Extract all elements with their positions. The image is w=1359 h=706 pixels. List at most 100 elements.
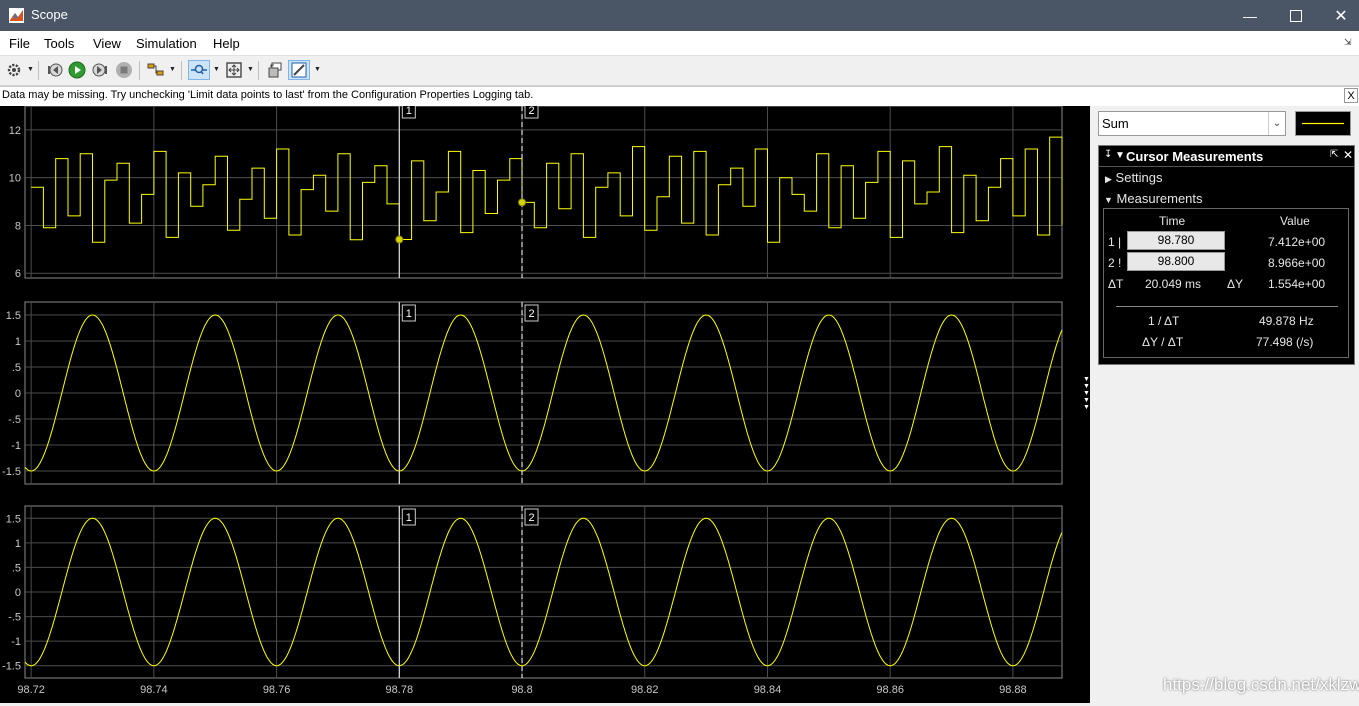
toolbar: ▼ ▼ ▼ ▼ ▼: [0, 56, 1359, 86]
title-bar: Scope — ✕: [0, 0, 1359, 31]
cursor1-time-field[interactable]: 98.780: [1127, 231, 1225, 250]
close-icon[interactable]: ✕: [1343, 148, 1353, 162]
y-tick-label: 1.5: [6, 310, 21, 322]
toolbar-separator: [38, 61, 39, 80]
highlight-dropdown-icon[interactable]: ▼: [169, 66, 176, 73]
cursor2-value: 8.966e+00: [1268, 256, 1326, 270]
measurements-dropdown-icon[interactable]: ▼: [314, 66, 321, 73]
y-tick-label: 0: [15, 587, 21, 599]
x-tick-label: 98.8: [511, 684, 532, 696]
collapse-panel-icon[interactable]: ▼ ▼ ▼ ▼ ▼: [1083, 376, 1091, 411]
y-tick-label: 6: [15, 268, 21, 280]
undock-icon[interactable]: ⇲: [1344, 37, 1352, 48]
window-title: Scope: [31, 7, 68, 22]
line-sample: [1302, 122, 1344, 125]
delta-y-value: 1.554e+00: [1268, 277, 1326, 291]
y-tick-label: 1: [15, 336, 21, 348]
signal-select[interactable]: Sum ⌄: [1098, 111, 1286, 136]
y-tick-label: -1: [11, 636, 21, 648]
gear-icon[interactable]: [4, 60, 24, 80]
minimize-icon: —: [1243, 7, 1257, 24]
toolbar-separator: [139, 61, 140, 80]
undock-icon[interactable]: ⇱: [1330, 149, 1338, 160]
menu-help[interactable]: Help: [213, 36, 240, 51]
step-forward-icon[interactable]: [90, 60, 110, 80]
toolbar-separator: [258, 61, 259, 80]
menu-tools[interactable]: Tools: [44, 36, 74, 51]
measurements-table: Time Value 1 | 98.780 7.412e+00 2 ! 98.8…: [1103, 208, 1349, 358]
run-icon[interactable]: [67, 60, 87, 80]
x-tick-label: 98.88: [999, 684, 1027, 696]
y-tick-label: 0: [15, 388, 21, 400]
measurements-icon[interactable]: [288, 60, 310, 80]
maximize-icon: [1290, 9, 1302, 22]
y-tick-label: -1: [11, 440, 21, 452]
y-tick-label: .5: [12, 362, 21, 374]
signal-select-value: Sum: [1102, 116, 1129, 131]
x-tick-label: 98.84: [754, 684, 782, 696]
pin-icon[interactable]: ↧: [1104, 149, 1112, 160]
cursor-2-label: 2: [528, 512, 534, 524]
cursor-2-label: 2: [528, 106, 534, 117]
stop-icon[interactable]: [114, 60, 134, 80]
zoom-dropdown-icon[interactable]: ▼: [213, 66, 220, 73]
gear-dropdown-icon[interactable]: ▼: [27, 66, 34, 73]
settings-toggle[interactable]: ▶ Settings: [1105, 170, 1163, 185]
collapse-section-icon[interactable]: ▼: [1115, 150, 1125, 161]
step-back-icon[interactable]: [45, 60, 65, 80]
restore-layout-icon[interactable]: [265, 60, 285, 80]
autoscale-dropdown-icon[interactable]: ▼: [247, 66, 254, 73]
scope-plots[interactable]: 1210861 21.51.50-.5-1-1.51 21.51.50-.5-1-1…: [0, 101, 1090, 703]
y-tick-label: -.5: [8, 414, 21, 426]
cursor-1-label: 1: [406, 106, 412, 117]
scope-display[interactable]: 12 10 8 6 1 2 1.5 1.5 0 -.5 -1 -1.5 1 2 1.5 1.5 0 -.5 -1 -1…: [0, 101, 1090, 703]
inverse-delta-t-value: 49.878 Hz: [1259, 314, 1314, 328]
delta-y-label: ΔY: [1227, 277, 1244, 291]
cursor-1-label: 1: [406, 308, 412, 320]
x-tick-label: 98.78: [386, 684, 414, 696]
x-tick-label: 98.74: [140, 684, 168, 696]
toolbar-separator: [181, 61, 182, 80]
matlab-logo-icon: [9, 8, 24, 23]
y-tick-label: -1.5: [2, 466, 21, 478]
cursor-measurements-title: Cursor Measurements: [1126, 149, 1264, 164]
cursor1-label: 1 |: [1108, 235, 1122, 249]
menu-simulation[interactable]: Simulation: [136, 36, 197, 51]
line-style-swatch[interactable]: [1295, 111, 1351, 136]
table-divider: [1116, 306, 1338, 307]
x-tick-label: 98.86: [876, 684, 904, 696]
close-icon: ✕: [1334, 7, 1348, 25]
slope-label: ΔY / ΔT: [1142, 335, 1184, 349]
warning-message: Data may be missing. Try unchecking 'Lim…: [2, 89, 534, 101]
y-tick-label: 1: [15, 538, 21, 550]
cursor2-time-field[interactable]: 98.800: [1127, 252, 1225, 271]
watermark: https://blog.csdn.net/xklzw: [1163, 675, 1359, 694]
menu-bar: File Tools View Simulation Help ⇲: [0, 31, 1359, 56]
measurements-label: Measurements: [1116, 191, 1203, 206]
highlight-icon[interactable]: [146, 60, 166, 80]
cursor2-label: 2 !: [1108, 256, 1122, 270]
delta-t-label: ΔT: [1108, 277, 1124, 291]
menu-view[interactable]: View: [93, 36, 121, 51]
autoscale-icon[interactable]: [224, 60, 244, 80]
minimize-button[interactable]: —: [1227, 0, 1273, 31]
cursor-measurements-header: ↧ ▼ Cursor Measurements ⇱ ✕: [1099, 146, 1354, 167]
warning-close-button[interactable]: X: [1344, 88, 1358, 103]
collapse-icon: ▼: [1104, 195, 1113, 205]
cursor-measurements-panel: ↧ ▼ Cursor Measurements ⇱ ✕ ▶ Settings ▼…: [1098, 145, 1355, 365]
plot-axes-1[interactable]: [24, 105, 1063, 279]
warning-bar: Data may be missing. Try unchecking 'Lim…: [0, 86, 1359, 107]
menu-file[interactable]: File: [9, 36, 30, 51]
cursor-2-marker: [518, 198, 527, 207]
cursor-1-label: 1: [406, 512, 412, 524]
chevron-down-icon[interactable]: ⌄: [1268, 112, 1285, 135]
close-button[interactable]: ✕: [1318, 0, 1359, 31]
delta-t-value: 20.049 ms: [1145, 277, 1202, 291]
measurements-toggle[interactable]: ▼ Measurements: [1104, 191, 1203, 206]
cursor-2-label: 2: [528, 308, 534, 320]
value-header: Value: [1280, 214, 1310, 228]
maximize-button[interactable]: [1273, 0, 1319, 31]
y-tick-label: 1.5: [6, 513, 21, 525]
slope-value: 77.498 (/s): [1256, 335, 1314, 349]
zoom-icon[interactable]: [188, 60, 210, 80]
